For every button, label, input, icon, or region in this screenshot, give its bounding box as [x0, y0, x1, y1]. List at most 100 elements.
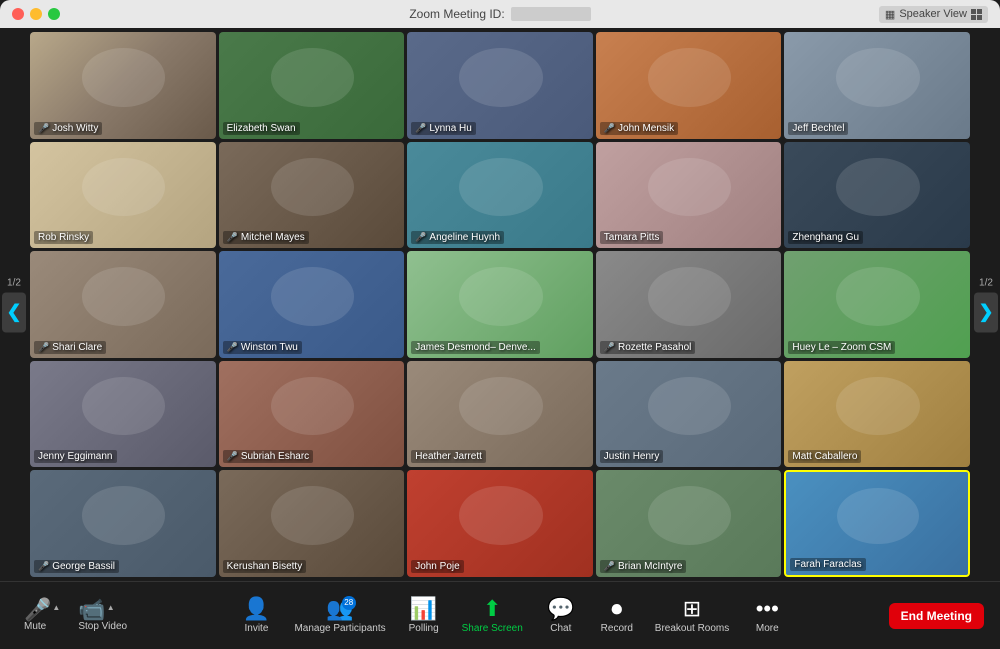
- breakout-rooms-icon: ⊞: [683, 598, 701, 620]
- name-tag-lynna: 🎤Lynna Hu: [411, 122, 476, 135]
- video-cell-lynna[interactable]: 🎤Lynna Hu: [407, 32, 593, 139]
- muted-mic-icon: 🎤: [604, 561, 615, 572]
- speaker-view-icon: ▦: [885, 8, 895, 21]
- share-screen-button[interactable]: ⬆ Share Screen: [454, 594, 531, 638]
- video-cell-shari[interactable]: 🎤Shari Clare: [30, 251, 216, 358]
- video-cell-angeline[interactable]: 🎤Angeline Huynh: [407, 142, 593, 249]
- name-tag-john: 🎤John Mensik: [600, 122, 678, 135]
- polling-icon: 📊: [410, 598, 437, 620]
- name-tag-zhenghang: Zhenghang Gu: [788, 231, 863, 244]
- video-cell-justin[interactable]: Justin Henry: [596, 361, 782, 468]
- muted-mic-icon: 🎤: [227, 451, 238, 462]
- name-tag-heather: Heather Jarrett: [411, 450, 486, 463]
- name-tag-subriah: 🎤Subriah Esharc: [223, 450, 314, 463]
- left-arrow-icon[interactable]: ❮: [2, 292, 26, 332]
- window-title: Zoom Meeting ID:: [409, 7, 590, 21]
- title-bar: Zoom Meeting ID: ▦ Speaker View: [0, 0, 1000, 28]
- mute-button[interactable]: 🎤 ▲ Mute: [16, 595, 68, 636]
- video-cell-james[interactable]: James Desmond– Denve...: [407, 251, 593, 358]
- video-cell-elizabeth[interactable]: Elizabeth Swan: [219, 32, 405, 139]
- muted-mic-icon: 🎤: [415, 123, 426, 134]
- video-cell-rozette[interactable]: 🎤Rozette Pasahol: [596, 251, 782, 358]
- name-tag-tamara: Tamara Pitts: [600, 231, 664, 244]
- video-arrow[interactable]: ▲: [107, 603, 115, 612]
- invite-button[interactable]: 👤 Invite: [230, 594, 282, 638]
- muted-mic-icon: 🎤: [415, 232, 426, 243]
- grid-layout-icon: [971, 9, 982, 20]
- name-tag-mitchel: 🎤Mitchel Mayes: [223, 231, 309, 244]
- muted-mic-icon: 🎤: [604, 123, 615, 134]
- meeting-id-field: [511, 7, 591, 21]
- toolbar-left: 🎤 ▲ Mute 📹 ▲ Stop Video: [16, 595, 135, 636]
- video-grid: 🎤Josh WittyElizabeth Swan🎤Lynna Hu🎤John …: [30, 32, 970, 577]
- share-screen-icon: ⬆: [483, 598, 501, 620]
- video-cell-subriah[interactable]: 🎤Subriah Esharc: [219, 361, 405, 468]
- manage-participants-button[interactable]: 👥 28 Manage Participants: [286, 594, 393, 638]
- traffic-lights: [12, 8, 60, 20]
- video-cell-rob[interactable]: Rob Rinsky: [30, 142, 216, 249]
- muted-mic-icon: 🎤: [38, 561, 49, 572]
- right-page-indicator: 1/2: [979, 277, 993, 288]
- more-button[interactable]: ••• More: [741, 594, 793, 638]
- video-cell-tamara[interactable]: Tamara Pitts: [596, 142, 782, 249]
- video-cell-matt[interactable]: Matt Caballero: [784, 361, 970, 468]
- video-cell-josh[interactable]: 🎤Josh Witty: [30, 32, 216, 139]
- video-cell-zhenghang[interactable]: Zhenghang Gu: [784, 142, 970, 249]
- name-tag-angeline: 🎤Angeline Huynh: [411, 231, 504, 244]
- muted-mic-icon: 🎤: [227, 342, 238, 353]
- prev-page-button[interactable]: 1/2 ❮: [2, 277, 26, 332]
- name-tag-justin: Justin Henry: [600, 450, 664, 463]
- name-tag-elizabeth: Elizabeth Swan: [223, 122, 300, 135]
- name-tag-brian: 🎤Brian McIntyre: [600, 560, 687, 573]
- video-cell-kerushan[interactable]: Kerushan Bisetty: [219, 470, 405, 577]
- breakout-rooms-button[interactable]: ⊞ Breakout Rooms: [647, 594, 737, 638]
- muted-mic-icon: 🎤: [38, 123, 49, 134]
- name-tag-huey: Huey Le – Zoom CSM: [788, 341, 895, 354]
- video-cell-mitchel[interactable]: 🎤Mitchel Mayes: [219, 142, 405, 249]
- toolbar-right: End Meeting: [889, 603, 984, 629]
- toolbar: 🎤 ▲ Mute 📹 ▲ Stop Video 👤 Invite: [0, 581, 1000, 649]
- video-cell-john[interactable]: 🎤John Mensik: [596, 32, 782, 139]
- video-cell-johnp[interactable]: John Poje: [407, 470, 593, 577]
- record-button[interactable]: ⏺ Record: [591, 594, 643, 638]
- main-content: 1/2 ❮ 🎤Josh Witty Elizabeth Swan 🎤Lynna Hu…: [0, 28, 1000, 649]
- close-button[interactable]: [12, 8, 24, 20]
- video-icon: 📹: [78, 599, 105, 621]
- name-tag-farah: Farah Faraclas: [790, 558, 865, 571]
- left-page-indicator: 1/2: [7, 277, 21, 288]
- right-arrow-icon[interactable]: ❯: [974, 292, 998, 332]
- maximize-button[interactable]: [48, 8, 60, 20]
- name-tag-winston: 🎤Winston Twu: [223, 341, 302, 354]
- invite-icon: 👤: [243, 598, 270, 620]
- name-tag-josh: 🎤Josh Witty: [34, 122, 102, 135]
- name-tag-matt: Matt Caballero: [788, 450, 861, 463]
- muted-mic-icon: 🎤: [38, 342, 49, 353]
- video-cell-jenny[interactable]: Jenny Eggimann: [30, 361, 216, 468]
- mute-arrow[interactable]: ▲: [52, 603, 60, 612]
- more-icon: •••: [756, 598, 779, 620]
- name-tag-shari: 🎤Shari Clare: [34, 341, 106, 354]
- mute-icon: 🎤: [24, 599, 51, 621]
- video-grid-container: 1/2 ❮ 🎤Josh Witty Elizabeth Swan 🎤Lynna Hu…: [0, 28, 1000, 581]
- video-cell-farah[interactable]: Farah Faraclas: [784, 470, 970, 577]
- next-page-button[interactable]: 1/2 ❯: [974, 277, 998, 332]
- video-cell-winston[interactable]: 🎤Winston Twu: [219, 251, 405, 358]
- toolbar-center: 👤 Invite 👥 28 Manage Participants 📊 Poll…: [135, 594, 889, 638]
- video-cell-heather[interactable]: Heather Jarrett: [407, 361, 593, 468]
- video-cell-huey[interactable]: Huey Le – Zoom CSM: [784, 251, 970, 358]
- end-meeting-button[interactable]: End Meeting: [889, 603, 984, 629]
- minimize-button[interactable]: [30, 8, 42, 20]
- video-cell-brian[interactable]: 🎤Brian McIntyre: [596, 470, 782, 577]
- polling-button[interactable]: 📊 Polling: [398, 594, 450, 638]
- speaker-view-button[interactable]: ▦ Speaker View: [879, 6, 988, 23]
- name-tag-johnp: John Poje: [411, 560, 463, 573]
- name-tag-james: James Desmond– Denve...: [411, 341, 540, 354]
- video-cell-george[interactable]: 🎤George Bassil: [30, 470, 216, 577]
- stop-video-button[interactable]: 📹 ▲ Stop Video: [70, 595, 135, 636]
- chat-button[interactable]: 💬 Chat: [535, 594, 587, 638]
- name-tag-rob: Rob Rinsky: [34, 231, 93, 244]
- muted-mic-icon: 🎤: [604, 342, 615, 353]
- video-cell-jeff[interactable]: Jeff Bechtel: [784, 32, 970, 139]
- name-tag-kerushan: Kerushan Bisetty: [223, 560, 307, 573]
- name-tag-jeff: Jeff Bechtel: [788, 122, 848, 135]
